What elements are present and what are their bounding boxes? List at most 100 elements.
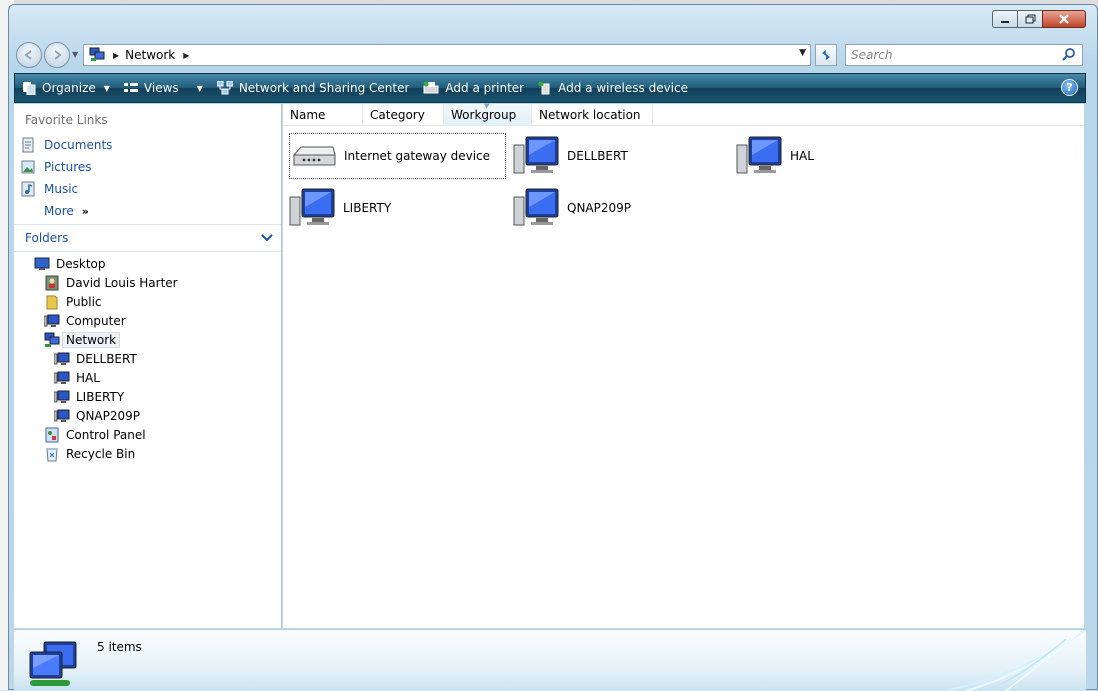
favorite-music[interactable]: Music	[20, 179, 78, 199]
refresh-button[interactable]	[815, 44, 837, 66]
item-internet-gateway[interactable]: Internet gateway device	[289, 133, 506, 179]
decorative-swirl	[945, 630, 1086, 691]
help-button[interactable]: ?	[1061, 79, 1078, 96]
control-panel-icon	[44, 427, 60, 443]
computer-icon	[289, 187, 337, 229]
tree-label: Network	[62, 331, 121, 348]
views-button[interactable]: Views ▼	[117, 75, 210, 101]
tree-item-recycle-bin[interactable]: Recycle Bin	[44, 444, 135, 463]
refresh-icon	[822, 50, 830, 60]
tree-item-hal[interactable]: HAL	[54, 368, 100, 387]
computer-icon	[54, 370, 70, 386]
user-folder-icon	[44, 275, 60, 291]
sort-indicator-icon: ▼	[484, 102, 490, 110]
tree-item-liberty[interactable]: LIBERTY	[54, 387, 124, 406]
search-input[interactable]	[851, 48, 1051, 62]
item-dellbert[interactable]: DELLBERT	[513, 133, 628, 179]
computer-icon	[54, 351, 70, 367]
favorite-pictures[interactable]: Pictures	[20, 157, 92, 177]
desktop-icon	[34, 256, 50, 272]
tree-label: Computer	[66, 313, 126, 328]
tree-label: LIBERTY	[76, 389, 125, 404]
network-sharing-center-button[interactable]: Network and Sharing Center	[210, 75, 417, 101]
computer-icon	[54, 389, 70, 405]
favorite-links-header: Favorite Links	[25, 113, 108, 127]
forward-button[interactable]	[44, 42, 70, 68]
computer-icon	[513, 135, 561, 177]
computer-icon	[54, 408, 70, 424]
documents-icon	[20, 137, 36, 153]
wireless-device-icon	[538, 81, 552, 95]
address-dropdown-icon[interactable]: ▼	[799, 48, 806, 58]
tree-item-dellbert[interactable]: DELLBERT	[54, 349, 137, 368]
add-wireless-label: Add a wireless device	[558, 81, 688, 95]
tree-item-user-folder[interactable]: David Louis Harter	[44, 273, 178, 292]
back-button[interactable]	[16, 42, 42, 68]
recent-pages-dropdown[interactable]: ▼	[72, 50, 78, 59]
network-icon	[44, 332, 60, 348]
printer-icon	[423, 81, 439, 95]
minimize-icon	[1001, 21, 1009, 23]
column-header-name[interactable]: Name	[283, 104, 363, 126]
favorite-label: Pictures	[44, 160, 92, 174]
network-center-label: Network and Sharing Center	[238, 81, 410, 95]
search-box[interactable]	[845, 44, 1083, 66]
organize-button[interactable]: Organize ▼	[15, 75, 117, 101]
tree-label: QNAP209P	[76, 408, 141, 423]
item-liberty[interactable]: LIBERTY	[289, 185, 391, 231]
navigation-pane: Favorite Links Documents Pictures Music …	[14, 104, 282, 628]
tree-item-network[interactable]: Network	[44, 330, 121, 349]
add-printer-label: Add a printer	[445, 81, 525, 95]
address-bar[interactable]: ▶ Network ▶ ▼	[83, 44, 811, 66]
breadcrumb-expand-icon[interactable]: ▶	[183, 51, 189, 60]
search-icon[interactable]	[1062, 48, 1076, 65]
item-hal[interactable]: HAL	[736, 133, 814, 179]
tree-item-qnap209p[interactable]: QNAP209P	[54, 406, 140, 425]
organize-icon	[22, 81, 36, 95]
tree-item-desktop[interactable]: Desktop	[34, 254, 106, 273]
add-printer-button[interactable]: Add a printer	[416, 75, 531, 101]
column-header-workgroup[interactable]: ▼ Workgroup	[444, 102, 532, 126]
item-label: QNAP209P	[567, 201, 632, 215]
views-icon	[123, 82, 138, 94]
add-wireless-device-button[interactable]: Add a wireless device	[531, 75, 695, 101]
address-row: ▼ ▶ Network ▶ ▼	[9, 39, 1097, 71]
breadcrumb-separator-icon[interactable]: ▶	[113, 51, 119, 60]
restore-icon	[1025, 14, 1035, 24]
minimize-button[interactable]	[992, 10, 1018, 28]
arrow-right-icon	[54, 50, 62, 60]
column-header-category[interactable]: Category	[363, 104, 444, 126]
chevron-down-icon	[261, 232, 273, 246]
file-list-pane[interactable]: Name Category ▼ Workgroup Network locatio…	[283, 102, 1084, 628]
tree-item-computer[interactable]: Computer	[44, 311, 126, 330]
network-center-icon	[216, 81, 233, 95]
favorite-documents[interactable]: Documents	[20, 135, 112, 155]
tree-item-public[interactable]: Public	[44, 292, 102, 311]
tree-label: Desktop	[56, 256, 106, 271]
folders-header[interactable]: Folders	[14, 224, 281, 252]
close-button[interactable]	[1042, 10, 1086, 28]
item-label: LIBERTY	[343, 201, 392, 215]
column-label: Network location	[539, 108, 641, 122]
item-label: HAL	[790, 149, 814, 163]
column-header-network-location[interactable]: Network location	[532, 104, 653, 126]
computer-icon	[513, 187, 561, 229]
column-label: Name	[290, 108, 326, 122]
computer-icon	[44, 313, 60, 329]
column-label: Category	[370, 108, 425, 122]
item-qnap209p[interactable]: QNAP209P	[513, 185, 631, 231]
computer-icon	[736, 135, 784, 177]
favorite-label: Documents	[44, 138, 113, 152]
tree-item-control-panel[interactable]: Control Panel	[44, 425, 146, 444]
maximize-button[interactable]	[1017, 10, 1043, 28]
breadcrumb-network[interactable]: Network	[125, 48, 175, 62]
tree-label: Public	[66, 294, 102, 309]
network-icon	[26, 640, 82, 691]
column-label: Workgroup	[451, 108, 517, 122]
close-icon	[1059, 14, 1069, 24]
tree-label: Recycle Bin	[66, 446, 136, 461]
more-label: More	[44, 204, 74, 218]
tree-label: David Louis Harter	[66, 275, 178, 290]
title-bar[interactable]	[9, 5, 1097, 35]
more-favorites-link[interactable]: More »	[44, 204, 89, 218]
